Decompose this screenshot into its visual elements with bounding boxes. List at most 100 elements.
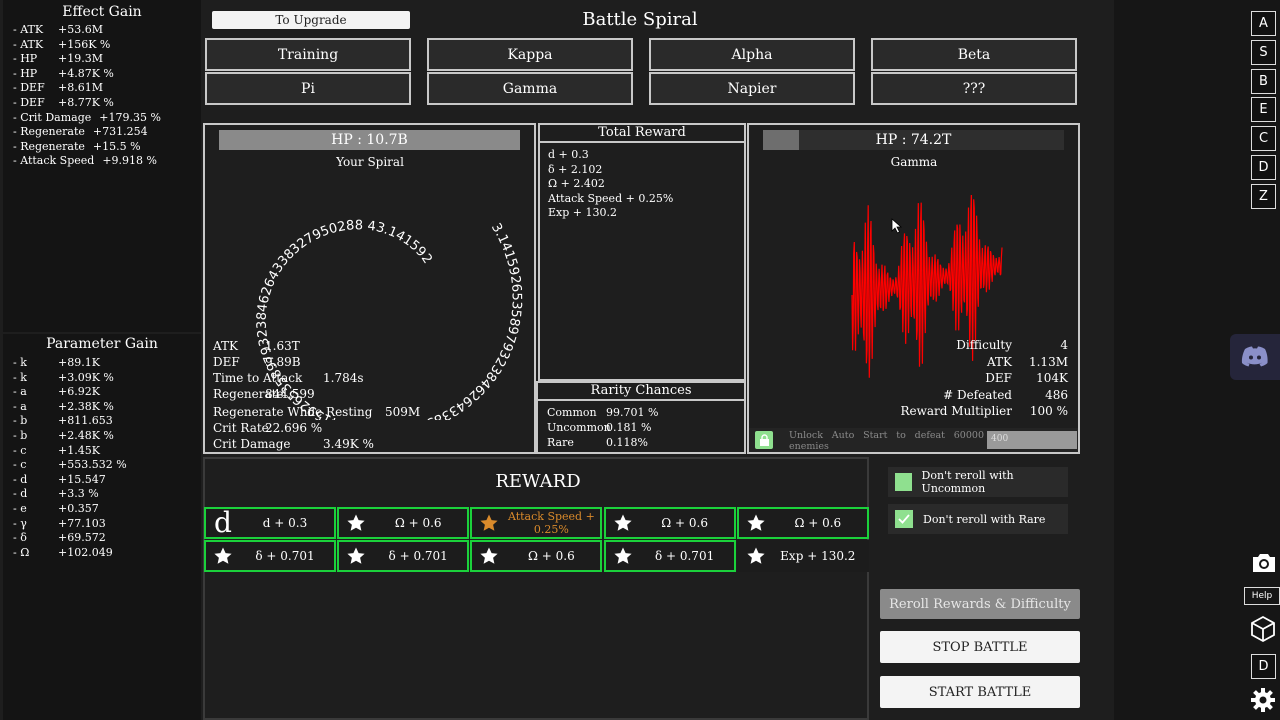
rarity-title: Rarity Chances — [538, 383, 744, 401]
gain-value: +8.77K % — [58, 95, 114, 109]
player-stat-label: Crit Rate — [213, 421, 269, 435]
check-icon — [898, 514, 910, 524]
gain-row: - Ω +102.049 — [3, 546, 201, 561]
start-battle-button[interactable]: START BATTLE — [880, 676, 1080, 708]
gain-row: - γ +77.103 — [3, 517, 201, 532]
rarity-label: Uncommon — [547, 421, 611, 434]
discord-icon[interactable] — [1230, 334, 1280, 380]
gain-value: +3.09K % — [58, 370, 114, 384]
reward-item[interactable]: Ω + 0.6 — [603, 507, 736, 539]
camera-icon[interactable] — [1250, 552, 1278, 576]
side-tab-d[interactable]: D — [1251, 155, 1276, 180]
gain-name: - ATK — [13, 23, 44, 36]
reward-item-text: δ + 0.701 — [654, 549, 715, 563]
gain-row: - δ +69.572 — [3, 531, 201, 546]
gain-name: - HP — [13, 52, 38, 66]
gear-icon[interactable] — [1250, 687, 1278, 715]
player-stat-value: 844.599 — [265, 387, 315, 401]
player-hp-bar: HP : 10.7B — [219, 130, 520, 150]
reward-item-text: δ + 0.701 — [388, 549, 448, 563]
effect-gain-title: Effect Gain — [62, 4, 142, 20]
gain-value: +811.653 — [58, 414, 113, 428]
reroll-button[interactable]: Reroll Rewards & Difficulty — [880, 589, 1080, 619]
gain-name: - k — [13, 356, 27, 369]
gain-row: - Regenerate +731.254 — [3, 125, 201, 140]
player-hp-label: HP : 10.7B — [331, 132, 408, 148]
enemy-panel: HP : 74.2T Gamma Difficulty 4 ATK 1.13M DEF 1… — [747, 123, 1080, 454]
reward-item-text: Ω + 0.6 — [394, 516, 442, 530]
gain-name: - Ω — [13, 545, 30, 559]
gain-value: +77.103 — [58, 516, 106, 530]
side-d-button[interactable]: D — [1251, 654, 1276, 679]
side-tab-s[interactable]: S — [1251, 39, 1276, 65]
side-tab-a[interactable]: A — [1251, 11, 1276, 36]
gain-name: - e — [13, 501, 27, 515]
side-tab-b[interactable]: B — [1251, 68, 1276, 94]
gain-value: +0.357 — [58, 501, 99, 515]
reward-item-text: Ω + 0.6 — [661, 516, 708, 530]
gain-name: - a — [13, 399, 27, 413]
page-title: Battle Spiral — [582, 9, 698, 30]
enemy-stat-value: 1.13M — [1028, 354, 1068, 369]
mouse-cursor — [891, 218, 903, 234]
uncommon-toggle[interactable]: Don't reroll with Uncommon — [888, 467, 1068, 497]
star-icon — [610, 513, 636, 533]
gain-row: - d +15.547 — [3, 473, 201, 488]
side-tab-e[interactable]: E — [1251, 97, 1276, 123]
stage-unknown-button[interactable]: ??? — [871, 72, 1077, 105]
enemy-hp-label: HP : 74.2T — [875, 132, 952, 148]
gain-value: +15.547 — [58, 472, 106, 486]
player-stat-value: 9.89B — [265, 355, 301, 369]
gain-value: +4.87K % — [58, 66, 114, 80]
gain-name: - c — [13, 443, 27, 457]
cube-icon[interactable] — [1249, 615, 1279, 645]
stage-alpha-button[interactable]: Alpha — [649, 38, 855, 71]
reward-item[interactable]: Exp + 130.2 — [736, 540, 869, 572]
gain-name: - δ — [13, 531, 27, 545]
reward-item[interactable]: Ω + 0.6 — [337, 507, 470, 539]
gain-row: - Attack Speed +9.918 % — [3, 154, 201, 169]
rare-checkbox[interactable] — [895, 510, 913, 528]
reward-item[interactable]: Attack Speed + 0.25% — [470, 507, 603, 539]
stage-kappa-button[interactable]: Kappa — [427, 38, 633, 71]
stage-pi-button[interactable]: Pi — [205, 72, 411, 105]
reward-title: REWARD — [495, 471, 581, 492]
gain-value: +2.48K % — [58, 428, 114, 442]
rare-toggle[interactable]: Don't reroll with Rare — [888, 504, 1068, 534]
star-icon — [343, 513, 369, 533]
reward-item-text: Exp + 130.2 — [780, 549, 856, 563]
star-icon — [343, 546, 369, 566]
reward-item[interactable]: Ω + 0.6 — [736, 507, 869, 539]
help-button[interactable]: Help — [1244, 587, 1280, 605]
star-icon — [743, 546, 769, 566]
stage-training-button[interactable]: Training — [205, 38, 411, 71]
stop-battle-button[interactable]: STOP BATTLE — [880, 631, 1080, 663]
side-tab-z[interactable]: Z — [1251, 183, 1276, 209]
letter-d-icon: d — [210, 509, 236, 537]
reward-item[interactable]: δ + 0.701 — [337, 540, 470, 572]
stage-napier-button[interactable]: Napier — [649, 72, 855, 105]
reward-item[interactable]: Ω + 0.6 — [470, 540, 603, 572]
enemy-stat-label: Reward Multiplier — [900, 404, 1012, 418]
auto-start-text: Unlock Auto Start to defeat 60000 enemie… — [789, 430, 984, 452]
reward-item[interactable]: δ + 0.701 — [204, 540, 336, 572]
reward-item-text: Ω + 0.6 — [794, 516, 842, 530]
reward-item[interactable]: δ + 0.701 — [603, 540, 736, 572]
rare-label: Don't reroll with Rare — [923, 512, 1046, 526]
gain-name: - γ — [13, 516, 27, 530]
to-upgrade-button[interactable]: To Upgrade — [212, 11, 410, 29]
total-reward-list: d + 0.3 δ + 2.102 Ω + 2.402 Attack Speed + … — [540, 143, 744, 221]
uncommon-checkbox[interactable] — [895, 473, 912, 491]
stage-gamma-button[interactable]: Gamma — [427, 72, 633, 105]
side-tab-c[interactable]: C — [1251, 126, 1276, 152]
uncommon-label: Don't reroll with Uncommon — [921, 469, 1014, 495]
gain-value: +553.532 % — [58, 458, 127, 472]
gain-value: +19.3M — [58, 52, 103, 66]
stage-beta-button[interactable]: Beta — [871, 38, 1077, 71]
star-icon — [210, 546, 236, 566]
gain-row: - k +89.1K — [3, 356, 201, 371]
auto-start-input[interactable]: 400 — [987, 431, 1077, 449]
gain-name: - Regenerate — [13, 139, 85, 153]
reward-item[interactable]: d d + 0.3 — [204, 507, 336, 539]
gain-name: - Attack Speed — [13, 154, 95, 168]
